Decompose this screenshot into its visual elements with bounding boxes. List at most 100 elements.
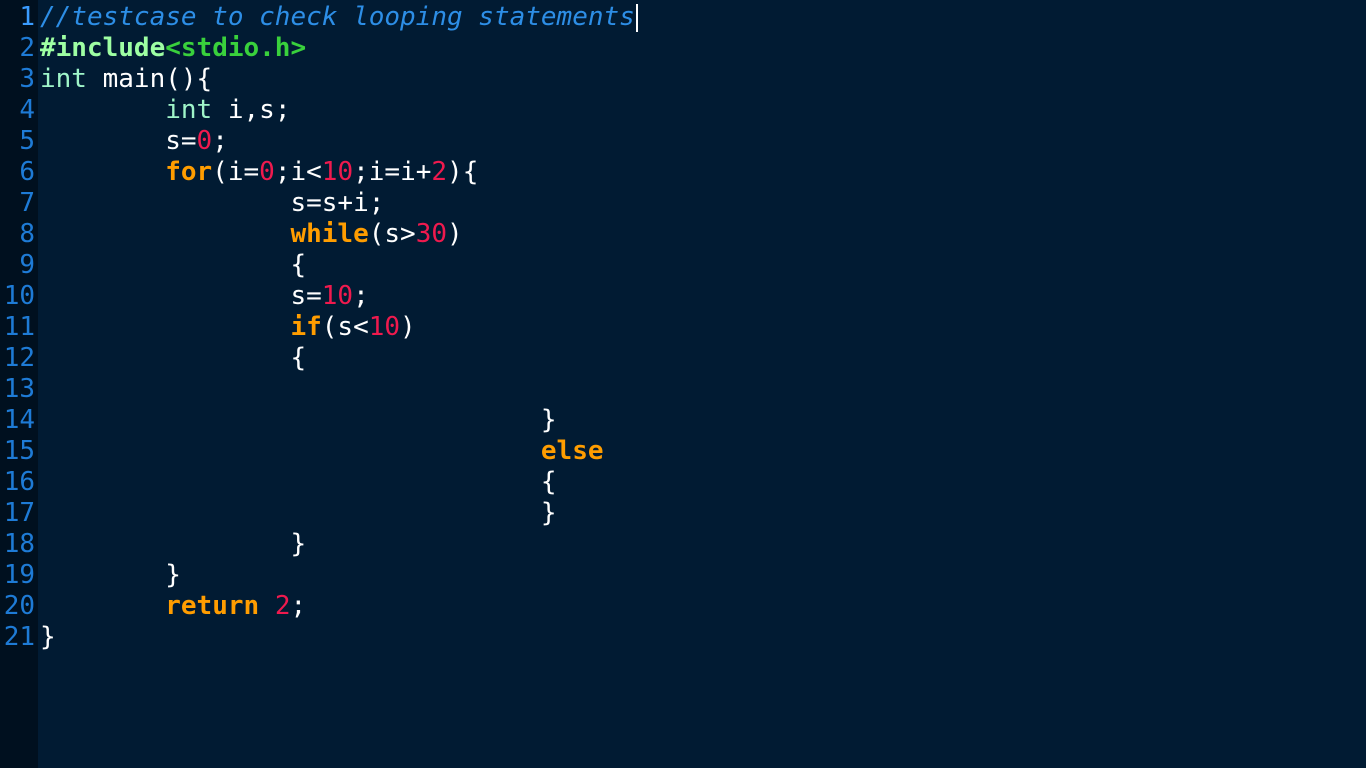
code-line[interactable]: 17 } (0, 498, 1366, 529)
numeric-literal: 0 (196, 126, 213, 156)
code-editor[interactable]: 1//testcase to check looping statements 2… (0, 0, 1366, 768)
code-token: } (40, 622, 56, 652)
code-line[interactable]: 3 int main(){ (0, 64, 1366, 95)
code-line[interactable]: 21} (0, 622, 1366, 653)
line-number: 7 (19, 188, 35, 218)
code-text[interactable]: { (40, 250, 306, 281)
code-line[interactable]: 7 s=s+i; (0, 188, 1366, 219)
code-text[interactable]: } (40, 405, 557, 436)
code-text[interactable]: } (40, 529, 306, 560)
code-line[interactable]: 12 { (0, 343, 1366, 374)
code-line[interactable]: 6 for(i=0;i<10;i=i+2){ (0, 157, 1366, 188)
code-token: ; (290, 591, 307, 621)
control-keyword: else (540, 436, 604, 466)
code-line[interactable]: 2 #include<stdio.h> (0, 33, 1366, 64)
code-token: (i= (212, 157, 260, 187)
code-token: ;i< (274, 157, 322, 187)
code-line[interactable]: 11 if(s<10) (0, 312, 1366, 343)
code-text[interactable]: while(s>30) (40, 219, 463, 250)
code-line[interactable]: 15 else (0, 436, 1366, 467)
code-text[interactable]: } (40, 498, 557, 529)
code-comment: //testcase to check looping statements (40, 2, 635, 32)
code-line[interactable]: 1//testcase to check looping statements (0, 2, 1366, 33)
line-number: 19 (3, 560, 35, 590)
code-token: main(){ (86, 64, 213, 94)
line-number: 5 (19, 126, 35, 156)
code-token: ; (353, 281, 369, 311)
code-line[interactable]: 8 while(s>30) (0, 219, 1366, 250)
code-token: ) (400, 312, 416, 342)
code-token: ;i=i+ (353, 157, 432, 187)
include-header: <stdio.h> (165, 33, 307, 63)
code-text[interactable]: { (40, 343, 306, 374)
code-line[interactable]: 10 s=10; (0, 281, 1366, 312)
line-number: 10 (3, 281, 35, 311)
numeric-literal: 10 (321, 157, 354, 187)
code-line[interactable]: 13 (0, 374, 1366, 405)
code-text[interactable]: if(s<10) (40, 312, 416, 343)
line-number: 16 (3, 467, 35, 497)
code-text[interactable]: //testcase to check looping statements (40, 2, 638, 33)
code-text[interactable]: #include<stdio.h> (40, 33, 306, 64)
code-text[interactable]: } (40, 622, 56, 653)
numeric-literal: 30 (415, 219, 448, 249)
type-keyword: int (40, 64, 87, 94)
code-text[interactable]: return 2; (40, 591, 306, 622)
code-text[interactable]: int main(){ (40, 64, 212, 95)
control-keyword: return (165, 591, 260, 621)
code-token: s= (165, 126, 197, 156)
code-token: (s< (321, 312, 369, 342)
line-number: 8 (19, 219, 35, 249)
code-text[interactable]: s=s+i; (40, 188, 384, 219)
line-number: 4 (19, 95, 35, 125)
code-text[interactable]: s=0; (40, 126, 228, 157)
line-number: 14 (3, 405, 35, 435)
line-number: 21 (3, 622, 35, 652)
code-line[interactable]: 4 int i,s; (0, 95, 1366, 126)
code-token: ; (212, 126, 228, 156)
code-text[interactable]: s=10; (40, 281, 369, 312)
code-token: s= (290, 281, 322, 311)
code-line[interactable]: 9 { (0, 250, 1366, 281)
line-number: 18 (3, 529, 35, 559)
code-line[interactable]: 19 } (0, 560, 1366, 591)
code-text[interactable]: { (40, 467, 557, 498)
code-token: ){ (447, 157, 479, 187)
line-number: 3 (19, 64, 35, 94)
code-line[interactable]: 16 { (0, 467, 1366, 498)
line-number: 20 (3, 591, 35, 621)
line-number: 9 (19, 250, 35, 280)
code-token: i,s; (212, 95, 291, 125)
code-line[interactable]: 20 return 2; (0, 591, 1366, 622)
code-token: ) (447, 219, 463, 249)
preprocessor-directive: #include (40, 33, 166, 63)
code-text[interactable]: } (40, 560, 181, 591)
code-text[interactable]: for(i=0;i<10;i=i+2){ (40, 157, 478, 188)
code-line[interactable]: 5 s=0; (0, 126, 1366, 157)
line-number: 17 (3, 498, 35, 528)
line-number: 2 (19, 33, 35, 63)
code-token: } (290, 529, 307, 559)
code-text[interactable]: else (40, 436, 604, 467)
line-number: 11 (3, 312, 35, 342)
control-keyword: if (290, 312, 322, 342)
code-text[interactable]: int i,s; (40, 95, 290, 126)
code-token: { (540, 467, 557, 497)
code-line[interactable]: 18 } (0, 529, 1366, 560)
code-line[interactable]: 14 } (0, 405, 1366, 436)
code-token: } (540, 405, 557, 435)
control-keyword: while (290, 219, 369, 249)
